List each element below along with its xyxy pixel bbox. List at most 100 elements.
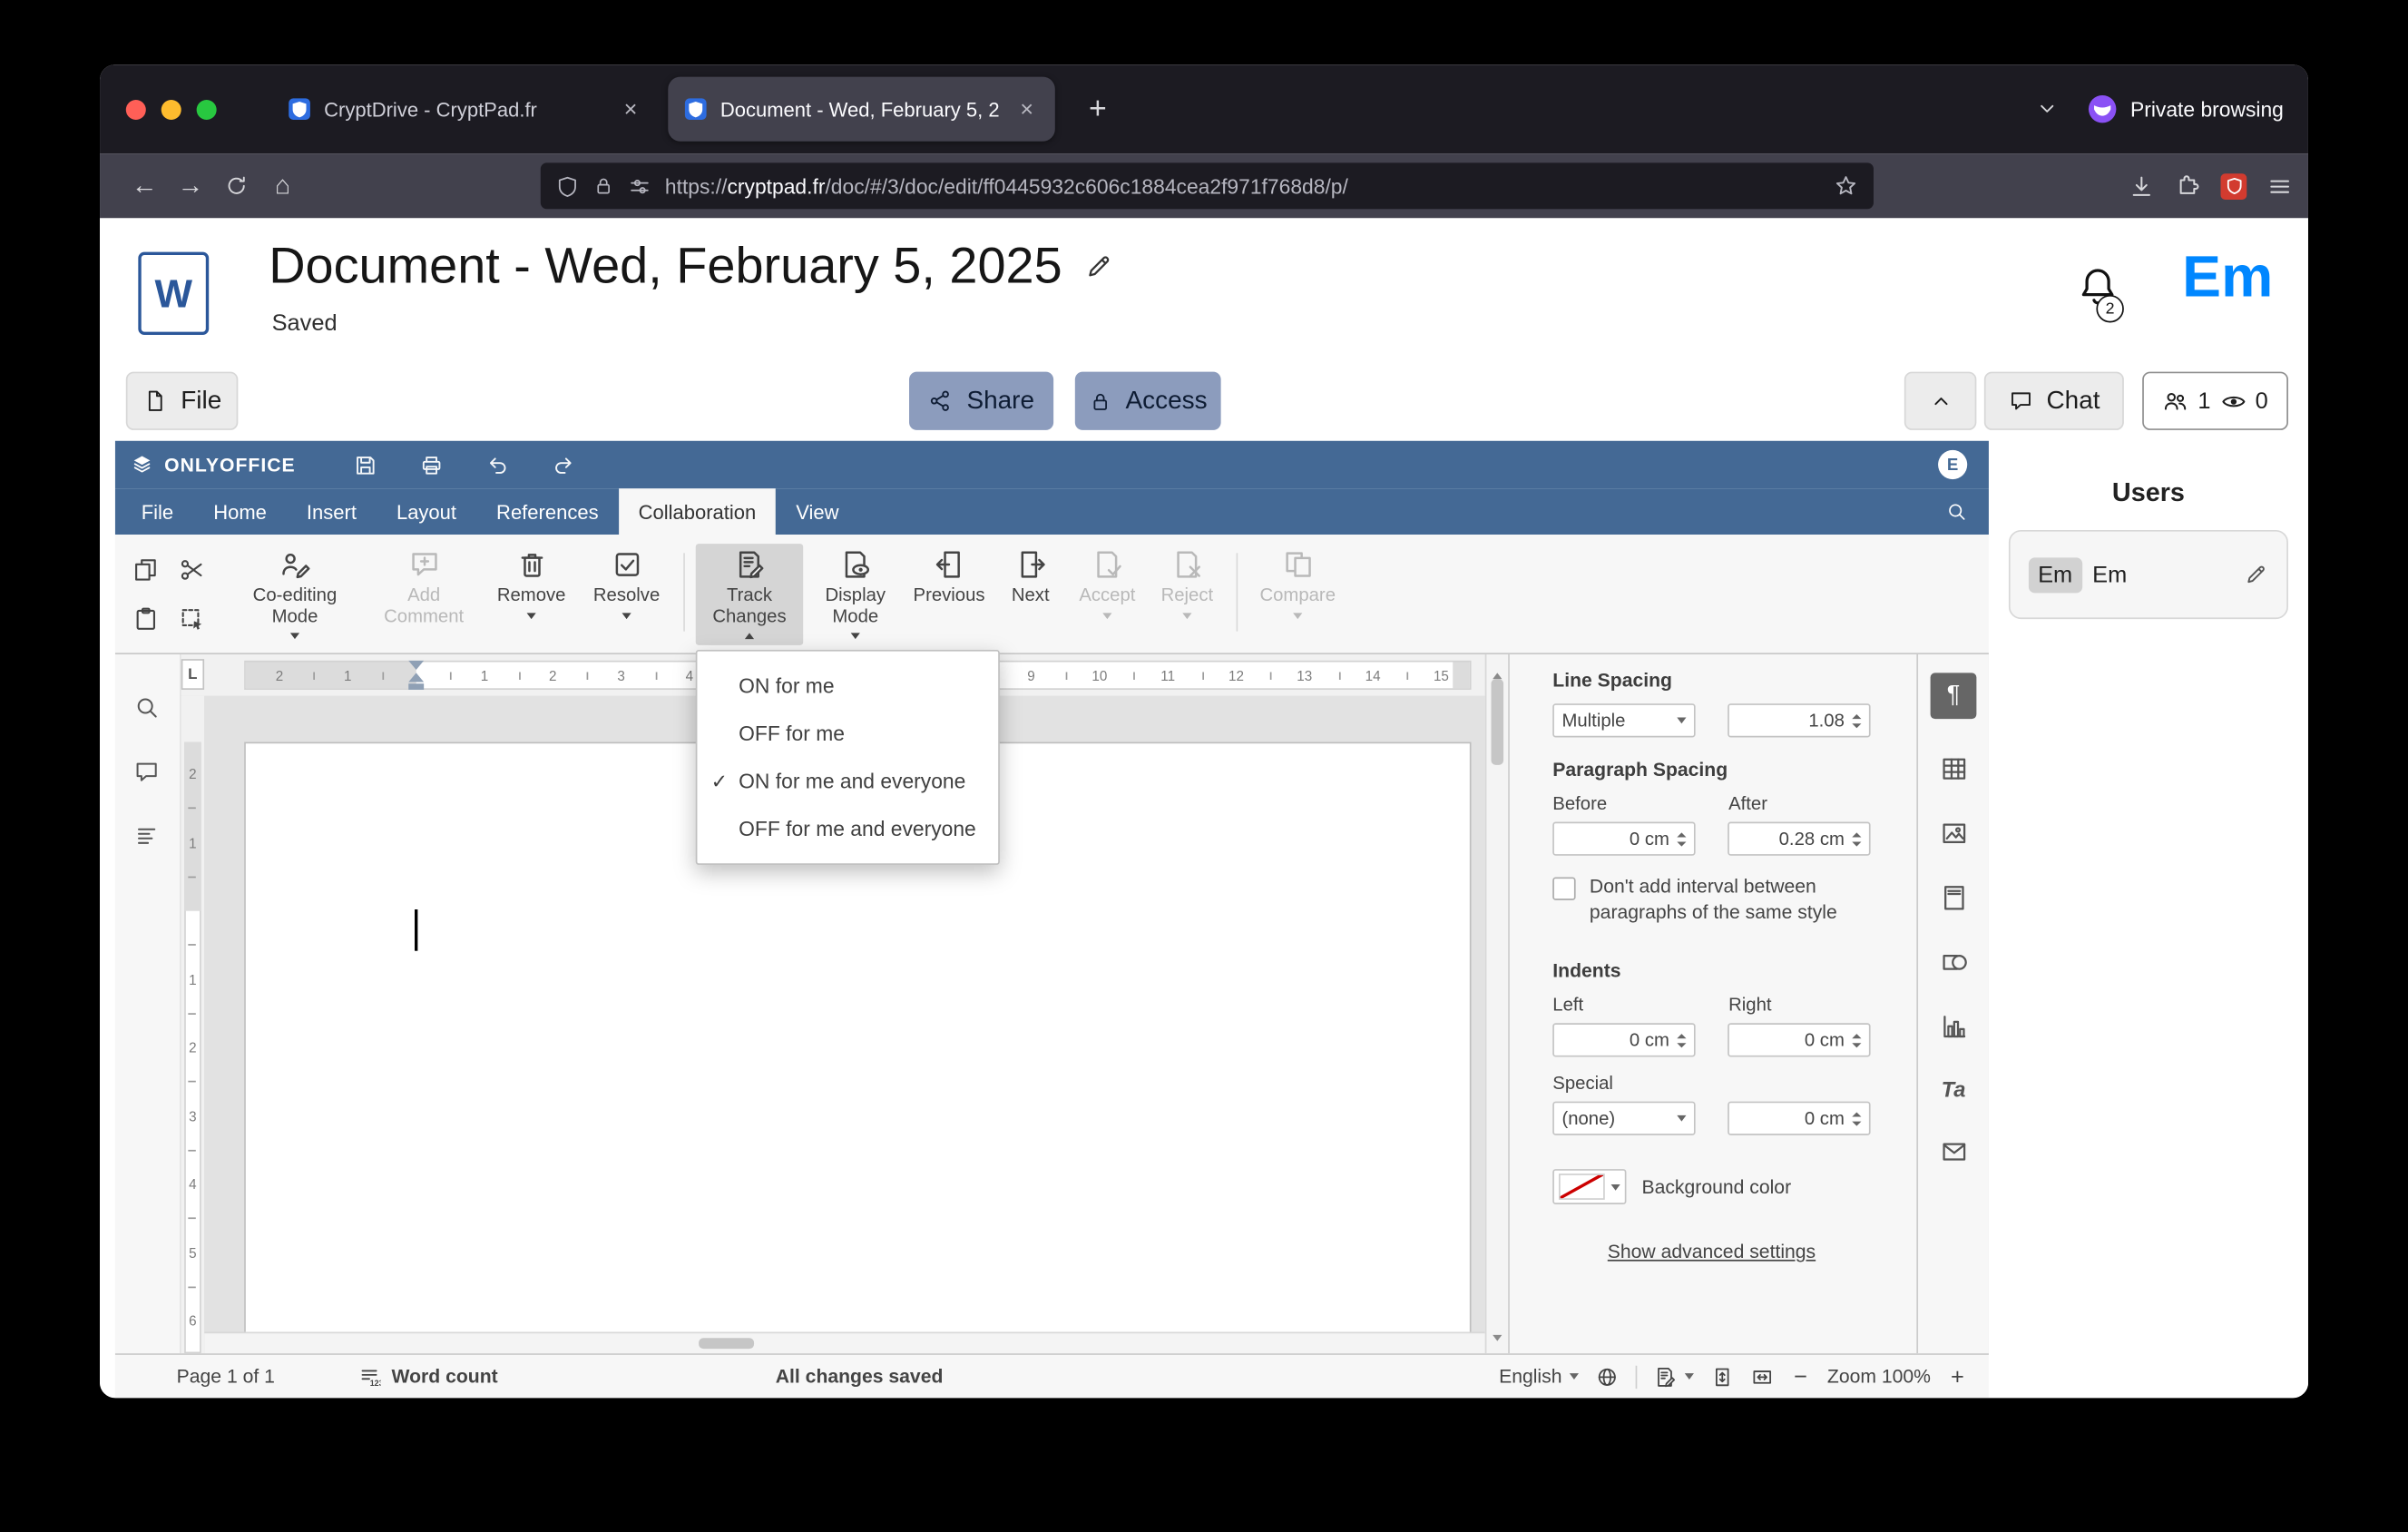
notifications-bell[interactable]: 2 (2075, 264, 2124, 323)
tab-cryptdrive[interactable]: CryptDrive - CryptPad.fr × (272, 77, 660, 142)
bookmark-star-icon[interactable] (1834, 173, 1858, 198)
mail-merge-icon[interactable] (1939, 1137, 1968, 1166)
file-menu-button[interactable]: File (125, 371, 239, 430)
menu-item-off-for-me[interactable]: OFF for me (697, 710, 998, 757)
resolve-comment-button[interactable]: Resolve (582, 544, 671, 645)
remove-comment-button[interactable]: Remove (487, 544, 576, 645)
horizontal-scrollbar[interactable] (204, 1331, 1485, 1354)
permissions-icon[interactable] (628, 174, 651, 197)
tab-view[interactable]: View (776, 488, 858, 535)
downloads-icon[interactable] (2129, 172, 2155, 199)
first-line-indent-marker[interactable] (408, 660, 425, 670)
coediting-mode-button[interactable]: Co-editing Mode (241, 544, 348, 645)
line-spacing-spinner[interactable]: 1.08 (1728, 703, 1871, 738)
menu-item-on-for-me-and-everyone[interactable]: ✓ ON for me and everyone (697, 757, 998, 804)
vertical-ruler[interactable]: 2 1 1 2 3 4 5 6 (181, 695, 205, 1354)
tab-collaboration[interactable]: Collaboration (618, 488, 777, 535)
previous-change-button[interactable]: Previous (907, 544, 990, 645)
document-title[interactable]: Document - Wed, February 5, 2025 (269, 237, 1112, 295)
compare-button[interactable]: Compare (1251, 544, 1344, 645)
spinner-arrows[interactable] (1677, 1033, 1687, 1047)
line-spacing-select[interactable]: Multiple (1552, 703, 1696, 738)
menu-item-off-for-me-and-everyone[interactable]: OFF for me and everyone (697, 805, 998, 852)
track-changes-status-button[interactable] (1654, 1365, 1695, 1388)
https-lock-icon[interactable] (592, 175, 614, 197)
navigation-headings-icon[interactable] (134, 823, 161, 849)
collapse-toolbar-button[interactable] (1904, 371, 1977, 430)
indent-right-spinner[interactable]: 0 cm (1728, 1023, 1871, 1057)
find-icon[interactable] (134, 694, 161, 721)
comments-panel-icon[interactable] (134, 759, 161, 785)
vertical-scrollbar[interactable] (1484, 654, 1509, 1354)
tab-document[interactable]: Document - Wed, February 5, 2 × (668, 76, 1055, 142)
edit-title-pencil-icon[interactable] (1083, 251, 1112, 280)
reject-change-button[interactable]: Reject (1150, 544, 1224, 645)
scroll-down-arrow[interactable] (1493, 1324, 1503, 1346)
text-art-settings-icon[interactable]: Ta (1942, 1077, 1966, 1102)
access-button[interactable]: Access (1074, 371, 1221, 430)
fit-page-icon[interactable] (1711, 1365, 1734, 1388)
fit-width-icon[interactable] (1751, 1365, 1774, 1388)
language-selector[interactable]: English (1499, 1366, 1580, 1387)
accept-change-button[interactable]: Accept (1071, 544, 1144, 645)
share-button[interactable]: Share (909, 371, 1054, 430)
spacing-after-spinner[interactable]: 0.28 cm (1728, 821, 1871, 856)
header-footer-settings-icon[interactable] (1939, 883, 1968, 912)
hanging-indent-marker[interactable] (408, 673, 425, 683)
word-count-button[interactable]: Word count (357, 1365, 498, 1388)
maximize-window-button[interactable] (196, 99, 217, 120)
table-settings-icon[interactable] (1939, 754, 1968, 783)
url-bar[interactable]: https://cryptpad.fr/doc/#/3/doc/edit/ff0… (540, 162, 1874, 210)
spinner-arrows[interactable] (1677, 831, 1687, 846)
list-all-tabs-icon[interactable] (2035, 97, 2060, 122)
chat-button[interactable]: Chat (1983, 371, 2124, 430)
background-color-picker[interactable] (1552, 1169, 1627, 1204)
close-tab-icon[interactable]: × (1014, 94, 1040, 123)
paste-button[interactable] (124, 596, 166, 641)
user-avatar[interactable]: Em (2182, 246, 2273, 312)
special-indent-spinner[interactable]: 0 cm (1728, 1101, 1871, 1135)
tab-home[interactable]: Home (193, 488, 287, 535)
chart-settings-icon[interactable] (1939, 1012, 1968, 1041)
vertical-scrollbar-thumb[interactable] (1491, 679, 1504, 765)
close-tab-icon[interactable]: × (618, 94, 643, 123)
spellcheck-globe-icon[interactable] (1596, 1365, 1619, 1388)
tab-layout[interactable]: Layout (377, 488, 476, 535)
add-comment-button[interactable]: Add Comment (373, 544, 475, 645)
left-indent-marker[interactable] (408, 683, 425, 690)
print-icon[interactable] (420, 452, 445, 476)
reload-button[interactable] (213, 162, 259, 209)
edit-name-pencil-icon[interactable] (2244, 562, 2268, 586)
extensions-puzzle-icon[interactable] (2175, 172, 2201, 199)
redo-icon[interactable] (552, 452, 576, 476)
interval-checkbox[interactable] (1552, 877, 1576, 900)
tab-references[interactable]: References (476, 488, 619, 535)
spinner-arrows[interactable] (1852, 831, 1862, 846)
close-window-button[interactable] (125, 99, 146, 120)
user-list-button[interactable]: 1 0 (2142, 371, 2288, 430)
paragraph-settings-icon[interactable]: ¶ (1930, 673, 1977, 720)
tab-stop-selector[interactable]: L (181, 659, 205, 690)
ublock-icon[interactable] (2220, 172, 2247, 200)
forward-button[interactable]: → (167, 162, 213, 209)
new-tab-button[interactable]: + (1077, 92, 1120, 127)
special-indent-select[interactable]: (none) (1552, 1101, 1696, 1135)
show-advanced-settings-link[interactable]: Show advanced settings (1552, 1242, 1870, 1263)
hamburger-menu-icon[interactable] (2266, 172, 2293, 199)
shape-settings-icon[interactable] (1939, 948, 1968, 977)
home-button[interactable]: ⌂ (259, 162, 306, 209)
spinner-arrows[interactable] (1852, 713, 1862, 728)
tab-file[interactable]: File (122, 488, 193, 535)
minimize-window-button[interactable] (161, 99, 181, 120)
copy-button[interactable] (124, 547, 166, 592)
track-changes-button[interactable]: Track Changes (695, 544, 804, 645)
cut-button[interactable] (171, 547, 212, 592)
zoom-out-button[interactable]: − (1791, 1363, 1811, 1390)
next-change-button[interactable]: Next (996, 544, 1063, 645)
spinner-arrows[interactable] (1852, 1033, 1862, 1047)
save-icon[interactable] (354, 452, 378, 476)
select-all-button[interactable] (171, 596, 212, 641)
display-mode-button[interactable]: Display Mode (809, 544, 902, 645)
back-button[interactable]: ← (122, 162, 168, 209)
indent-left-spinner[interactable]: 0 cm (1552, 1023, 1696, 1057)
